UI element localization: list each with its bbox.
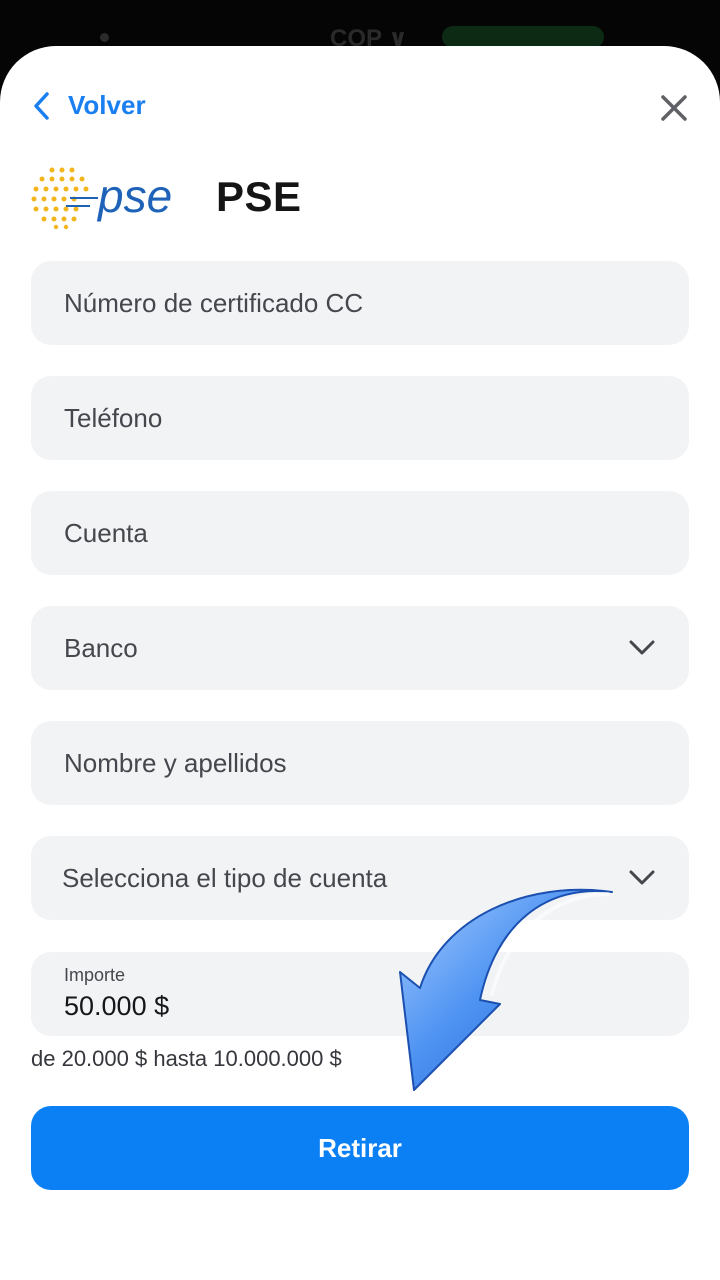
phone-placeholder: Teléfono [64, 402, 163, 433]
chevron-down-icon [629, 870, 655, 885]
phone-input[interactable]: Teléfono [31, 376, 689, 460]
amount-value: 50.000 $ [64, 991, 170, 1021]
payment-method-title: PSE [216, 173, 302, 220]
full-name-placeholder: Nombre y apellidos [64, 747, 287, 778]
amount-limits-hint: de 20.000 $ hasta 10.000.000 $ [31, 1046, 342, 1071]
account-type-select-label: Selecciona el tipo de cuenta [62, 862, 388, 893]
full-name-input[interactable]: Nombre y apellidos [31, 721, 689, 805]
close-button[interactable] [658, 92, 690, 124]
back-label: Volver [68, 90, 146, 120]
chevron-down-icon [629, 640, 655, 655]
bank-select-label: Banco [64, 632, 138, 663]
certificate-number-placeholder: Número de certificado CC [64, 287, 364, 318]
withdraw-sheet: Volver pse PSE Número de certificado CC … [0, 46, 720, 1280]
amount-label: Importe [64, 965, 126, 985]
pse-logo-text: pse [96, 170, 172, 222]
amount-input[interactable]: Importe 50.000 $ [31, 952, 689, 1036]
account-type-select[interactable]: Selecciona el tipo de cuenta [31, 836, 689, 920]
withdraw-button[interactable]: Retirar [31, 1106, 689, 1190]
account-placeholder: Cuenta [64, 517, 148, 548]
chevron-left-icon [34, 91, 49, 120]
balance-pill [442, 26, 604, 48]
bank-select[interactable]: Banco [31, 606, 689, 690]
pse-logo: pse [31, 167, 172, 230]
close-icon [661, 95, 687, 121]
back-button[interactable]: Volver [32, 90, 146, 121]
account-input[interactable]: Cuenta [31, 491, 689, 575]
payment-method-header: pse PSE [30, 164, 302, 230]
certificate-number-input[interactable]: Número de certificado CC [31, 261, 689, 345]
camera-dot [100, 33, 109, 42]
status-bar: COP ∨ [0, 0, 720, 52]
